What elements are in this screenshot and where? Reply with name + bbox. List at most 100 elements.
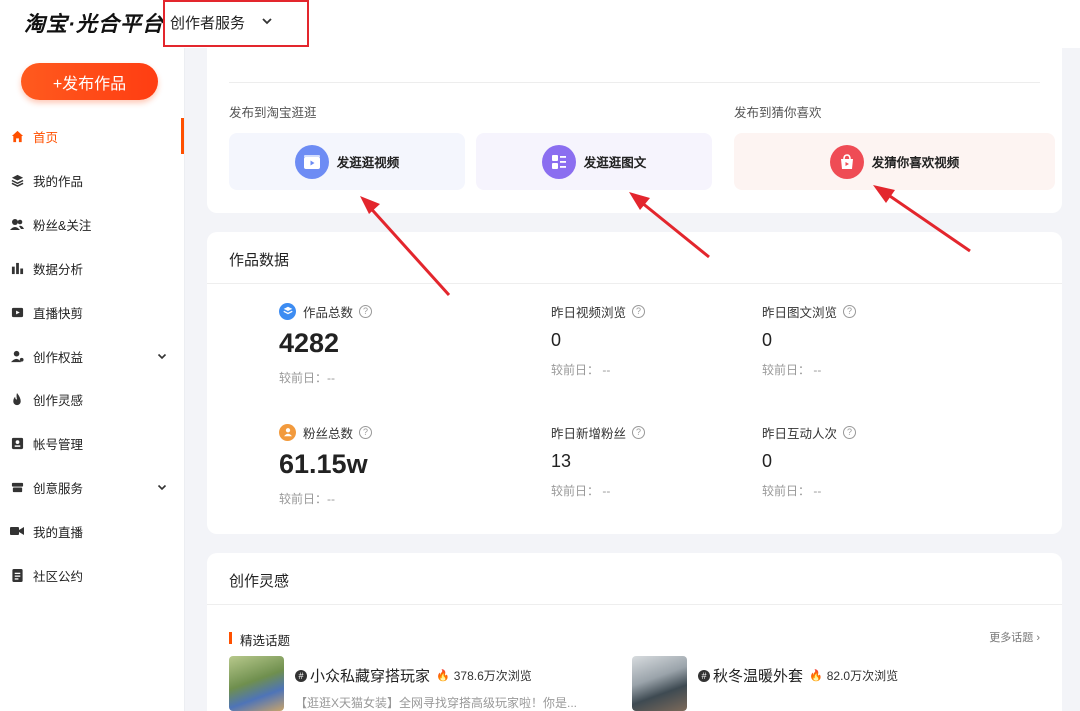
help-icon[interactable]: ?: [632, 304, 646, 318]
topic-item[interactable]: # 秋冬温暖外套 🔥 82.0万次浏览: [632, 656, 898, 711]
stat-video-views: 昨日视频浏览? 0 较前日： --: [551, 302, 646, 378]
help-icon[interactable]: ?: [359, 304, 373, 318]
hashtag-icon: #: [295, 669, 307, 682]
image-text-icon: [541, 144, 576, 179]
help-icon[interactable]: ?: [843, 304, 857, 318]
sidebar-item-account[interactable]: 帐号管理: [0, 425, 184, 461]
sidebar-item-inspiration[interactable]: 创作灵感: [0, 381, 184, 417]
chevron-down-icon[interactable]: [259, 13, 275, 29]
home-icon: [10, 129, 24, 143]
stat-interactions: 昨日互动人次? 0 较前日： --: [762, 423, 857, 499]
sidebar-item-my-live[interactable]: 我的直播: [0, 513, 184, 549]
divider: [229, 82, 1040, 83]
id-card-icon: [10, 436, 24, 450]
stat-total-works: 作品总数? 4282 较前日：--: [279, 302, 373, 386]
platform-logo[interactable]: 淘宝·光合平台: [24, 8, 164, 38]
featured-topics-heading: 精选话题: [229, 630, 290, 649]
stat-compare: 较前日： --: [762, 484, 822, 498]
sidebar-item-live-clips[interactable]: 直播快剪: [0, 294, 184, 330]
guess-publish-label: 发布到猜你喜欢: [734, 106, 822, 120]
stat-compare: 较前日：--: [279, 371, 335, 385]
topic-views: 378.6万次浏览: [453, 669, 532, 683]
stat-label: 昨日互动人次: [762, 426, 838, 441]
sidebar: +发布作品 首页 我的作品 粉丝&关注 数据分析 直播快剪 创作权益 创作灵感 …: [0, 48, 185, 711]
help-icon[interactable]: ?: [843, 425, 857, 439]
sidebar-item-label: 直播快剪: [33, 306, 84, 321]
help-icon[interactable]: ?: [359, 425, 373, 439]
flame-icon: [10, 392, 24, 406]
sidebar-item-home[interactable]: 首页: [0, 118, 184, 154]
sidebar-item-community-rules[interactable]: 社区公约: [0, 557, 184, 593]
sidebar-item-label: 粉丝&关注: [33, 218, 92, 233]
hashtag-icon: #: [698, 669, 710, 682]
chevron-down-icon[interactable]: [156, 481, 168, 493]
inspiration-title: 创作灵感: [229, 573, 290, 590]
publish-card: 发布到淘宝逛逛 发布到猜你喜欢 发逛逛视频 发逛逛图文 发猜你喜欢视频: [207, 48, 1062, 213]
stat-value: 0: [762, 451, 773, 471]
sidebar-item-label: 数据分析: [33, 262, 84, 277]
sidebar-item-creator-rights[interactable]: 创作权益: [0, 338, 184, 374]
topic-item[interactable]: # 小众私藏穿搭玩家 🔥 378.6万次浏览 【逛逛X天猫女装】全网寻找穿搭高级玩家啦…: [229, 656, 577, 711]
stat-value: 4282: [279, 328, 340, 358]
topic-title: 小众私藏穿搭玩家: [310, 668, 431, 685]
stat-value: 0: [762, 330, 773, 350]
stat-label: 粉丝总数: [303, 426, 354, 441]
stat-new-fans: 昨日新增粉丝? 13 较前日： --: [551, 423, 646, 499]
sidebar-item-label: 我的直播: [33, 525, 84, 540]
stat-label: 昨日视频浏览: [551, 305, 627, 320]
bar-chart-icon: [10, 261, 24, 275]
more-topics-link[interactable]: 更多话题 ›: [989, 629, 1040, 645]
top-bar: 淘宝·光合平台 创作者服务: [0, 0, 1080, 48]
stat-value: 61.15w: [279, 449, 368, 479]
chevron-right-icon: ›: [1036, 632, 1040, 644]
stat-total-fans: 粉丝总数? 61.15w 较前日：--: [279, 423, 373, 507]
publish-video-label: 发逛逛视频: [336, 156, 400, 170]
publish-article-button[interactable]: 发逛逛图文: [476, 133, 712, 190]
divider: [207, 283, 1062, 284]
topic-title: 秋冬温暖外套: [713, 668, 804, 685]
sidebar-item-analytics[interactable]: 数据分析: [0, 250, 184, 286]
sidebar-item-label: 创作权益: [33, 350, 84, 365]
layers-icon: [10, 173, 24, 187]
sidebar-item-label: 创意服务: [33, 481, 84, 496]
works-data-card: 作品数据 作品总数? 4282 较前日：-- 昨日视频浏览? 0 较前日： --…: [207, 232, 1062, 534]
divider: [207, 604, 1062, 605]
sidebar-item-label: 帐号管理: [33, 437, 84, 452]
chevron-down-icon[interactable]: [156, 350, 168, 362]
box-icon: [10, 480, 24, 494]
video-icon: [294, 144, 329, 179]
main-content: 发布到淘宝逛逛 发布到猜你喜欢 发逛逛视频 发逛逛图文 发猜你喜欢视频 作品数据…: [185, 48, 1080, 711]
help-icon[interactable]: ?: [632, 425, 646, 439]
publish-video-button[interactable]: 发逛逛视频: [229, 133, 465, 190]
publish-article-label: 发逛逛图文: [583, 156, 647, 170]
topic-thumbnail[interactable]: [229, 656, 284, 711]
shopping-bag-icon: [829, 144, 864, 179]
camera-icon: [10, 524, 24, 538]
stat-value: 0: [551, 330, 562, 350]
publish-work-button[interactable]: +发布作品: [21, 63, 158, 100]
taobao-publish-label: 发布到淘宝逛逛: [229, 106, 317, 120]
users-icon: [10, 217, 24, 231]
stat-compare: 较前日： --: [551, 363, 611, 377]
publish-guess-video-button[interactable]: 发猜你喜欢视频: [734, 133, 1055, 190]
topic-description: 【逛逛X天猫女装】全网寻找穿搭高级玩家啦！你是...: [295, 696, 578, 710]
stat-label: 昨日图文浏览: [762, 305, 838, 320]
publish-guess-label: 发猜你喜欢视频: [871, 156, 960, 170]
creator-service-menu[interactable]: 创作者服务: [170, 12, 245, 33]
sidebar-item-label: 创作灵感: [33, 393, 84, 408]
works-data-title: 作品数据: [229, 252, 290, 269]
sidebar-item-creative-services[interactable]: 创意服务: [0, 469, 184, 505]
video-clip-icon: [10, 305, 24, 319]
user-icon: [279, 423, 296, 441]
sidebar-item-label: 社区公约: [33, 569, 84, 584]
topic-thumbnail[interactable]: [632, 656, 687, 711]
user-badge-icon: [10, 349, 24, 363]
stat-compare: 较前日： --: [762, 363, 822, 377]
stat-label: 昨日新增粉丝: [551, 426, 627, 441]
fire-icon: 🔥: [436, 670, 450, 682]
sidebar-item-my-works[interactable]: 我的作品: [0, 162, 184, 198]
topic-views: 82.0万次浏览: [826, 669, 899, 683]
layers-icon: [279, 302, 296, 320]
stat-compare: 较前日： --: [551, 484, 611, 498]
sidebar-item-fans[interactable]: 粉丝&关注: [0, 206, 184, 242]
